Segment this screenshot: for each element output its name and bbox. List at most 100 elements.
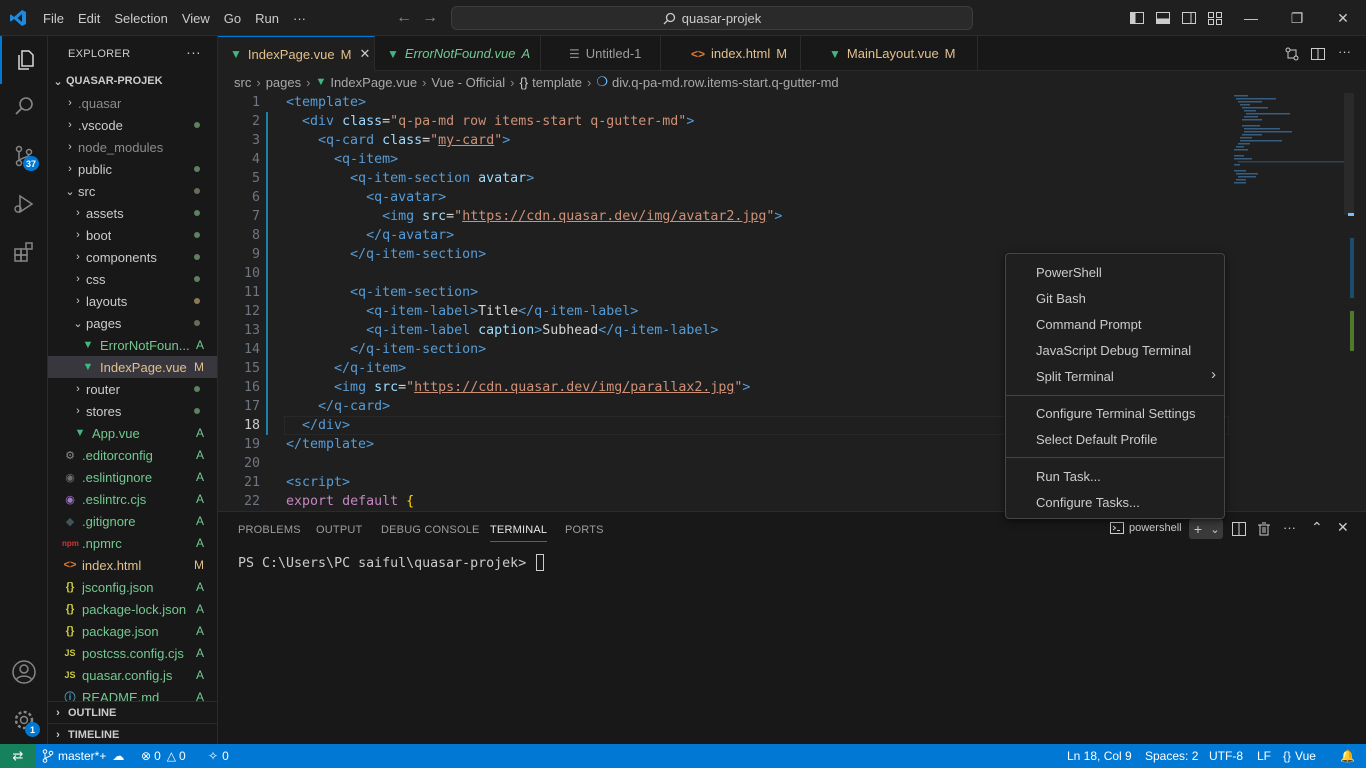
split-editor-icon[interactable] bbox=[1310, 46, 1326, 62]
plus-icon[interactable]: + bbox=[1189, 521, 1207, 537]
open-changes-icon[interactable] bbox=[1284, 46, 1300, 62]
accounts-icon[interactable] bbox=[0, 648, 48, 696]
tab-problems[interactable]: PROBLEMS bbox=[238, 512, 301, 547]
close-tab-icon[interactable]: ✕ bbox=[359, 46, 370, 62]
menu-item-select-default-profile[interactable]: Select Default Profile bbox=[1010, 426, 1220, 452]
breadcrumb-language[interactable]: Vue - Official bbox=[431, 75, 505, 90]
tree-file[interactable]: ◉ .eslintrc.cjs A bbox=[48, 488, 217, 510]
workspace-root[interactable]: ⌄ QUASAR-PROJEK bbox=[48, 70, 217, 92]
panel-more-icon[interactable]: ··· bbox=[1283, 520, 1296, 535]
tree-folder[interactable]: ⌄ pages bbox=[48, 312, 217, 334]
menu-item-git-bash[interactable]: Git Bash bbox=[1010, 285, 1220, 311]
encoding[interactable]: UTF-8 bbox=[1209, 744, 1243, 768]
source-control-icon[interactable]: 37 bbox=[0, 132, 48, 180]
tab-errornotfound[interactable]: ▼ ErrorNotFound.vue A bbox=[375, 36, 541, 71]
tree-file[interactable]: {} jsconfig.json A bbox=[48, 576, 217, 598]
tree-file[interactable]: {} package-lock.json A bbox=[48, 598, 217, 620]
tab-indexhtml[interactable]: <> index.html M bbox=[661, 36, 801, 71]
explorer-icon[interactable] bbox=[0, 36, 48, 84]
tree-file[interactable]: {} package.json A bbox=[48, 620, 217, 642]
menu-item-configure-terminal-settings[interactable]: Configure Terminal Settings bbox=[1010, 400, 1220, 426]
back-arrow-icon[interactable]: ← bbox=[396, 9, 412, 27]
forward-arrow-icon[interactable]: → bbox=[422, 9, 438, 27]
breadcrumb-src[interactable]: src bbox=[234, 75, 251, 90]
tab-indexpage[interactable]: ▼ IndexPage.vue M ✕ bbox=[218, 36, 375, 71]
command-center-search[interactable]: quasar-projek bbox=[451, 6, 973, 30]
menu-view[interactable]: View bbox=[175, 11, 217, 26]
tree-file[interactable]: ▼ App.vue A bbox=[48, 422, 217, 444]
search-view-icon[interactable] bbox=[0, 82, 48, 130]
branch-indicator[interactable]: master*+ ☁ bbox=[42, 744, 124, 768]
tree-file[interactable]: <> index.html M bbox=[48, 554, 217, 576]
tree-file[interactable]: ◆ .gitignore A bbox=[48, 510, 217, 532]
menu-go[interactable]: Go bbox=[217, 11, 248, 26]
tree-file[interactable]: JS postcss.config.cjs A bbox=[48, 642, 217, 664]
menu-item-powershell[interactable]: PowerShell bbox=[1010, 259, 1220, 285]
tab-mainlayout[interactable]: ▼ MainLayout.vue M bbox=[801, 36, 978, 71]
minimize-icon[interactable]: — bbox=[1228, 0, 1274, 36]
language-mode[interactable]: {} Vue bbox=[1283, 744, 1316, 768]
breadcrumb-element[interactable]: div.q-pa-md.row.items-start.q-gutter-md bbox=[612, 75, 839, 90]
tab-untitled[interactable]: ☰ Untitled-1 bbox=[541, 36, 661, 71]
manage-gear-icon[interactable]: 1 bbox=[0, 696, 48, 744]
menu-edit[interactable]: Edit bbox=[71, 11, 107, 26]
tab-debug-console[interactable]: DEBUG CONSOLE bbox=[381, 512, 480, 547]
close-panel-icon[interactable]: ✕ bbox=[1337, 519, 1349, 536]
breadcrumb-pages[interactable]: pages bbox=[266, 75, 301, 90]
tab-terminal[interactable]: TERMINAL bbox=[490, 512, 548, 547]
tab-ports[interactable]: PORTS bbox=[565, 512, 604, 547]
tree-folder[interactable]: › router bbox=[48, 378, 217, 400]
notifications-bell-icon[interactable]: 🔔 bbox=[1340, 744, 1355, 768]
menu-item-run-task[interactable]: Run Task... bbox=[1010, 463, 1220, 489]
menu-item-command-prompt[interactable]: Command Prompt bbox=[1010, 311, 1220, 337]
run-debug-icon[interactable] bbox=[0, 180, 48, 228]
tree-file[interactable]: ▼ IndexPage.vue M bbox=[48, 356, 217, 378]
breadcrumb-template[interactable]: template bbox=[532, 75, 582, 90]
outline-section[interactable]: › OUTLINE bbox=[48, 701, 217, 723]
toggle-panel-icon[interactable] bbox=[1155, 10, 1171, 26]
extensions-icon[interactable] bbox=[0, 228, 48, 276]
explorer-more-icon[interactable]: ··· bbox=[186, 44, 201, 60]
tree-file[interactable]: ⚙ .editorconfig A bbox=[48, 444, 217, 466]
tree-folder[interactable]: › public bbox=[48, 158, 217, 180]
tree-folder[interactable]: › .quasar bbox=[48, 92, 217, 114]
ports-indicator[interactable]: ✧ 0 bbox=[208, 744, 229, 768]
indentation[interactable]: Spaces: 2 bbox=[1145, 744, 1198, 768]
end-of-line[interactable]: LF bbox=[1257, 744, 1271, 768]
menu-file[interactable]: File bbox=[36, 11, 71, 26]
terminal-instance[interactable]: powershell bbox=[1110, 521, 1182, 535]
tab-output[interactable]: OUTPUT bbox=[316, 512, 362, 547]
restore-icon[interactable]: ❐ bbox=[1274, 0, 1320, 36]
menu-more[interactable]: ··· bbox=[286, 11, 313, 26]
tree-folder[interactable]: › stores bbox=[48, 400, 217, 422]
chevron-down-icon[interactable]: ⌄ bbox=[1207, 523, 1223, 536]
maximize-panel-icon[interactable]: ⌃ bbox=[1311, 519, 1323, 536]
tree-folder[interactable]: › .vscode bbox=[48, 114, 217, 136]
tree-file[interactable]: ▼ ErrorNotFoun... A bbox=[48, 334, 217, 356]
breadcrumb-file[interactable]: IndexPage.vue bbox=[330, 75, 417, 90]
toggle-primary-sidebar-icon[interactable] bbox=[1129, 10, 1145, 26]
tree-folder[interactable]: › node_modules bbox=[48, 136, 217, 158]
tree-file[interactable]: npm .npmrc A bbox=[48, 532, 217, 554]
tree-folder[interactable]: › css bbox=[48, 268, 217, 290]
close-window-icon[interactable]: ✕ bbox=[1320, 0, 1366, 36]
menu-item-js-debug-terminal[interactable]: JavaScript Debug Terminal bbox=[1010, 337, 1220, 363]
tree-folder[interactable]: › components bbox=[48, 246, 217, 268]
tree-folder[interactable]: › layouts bbox=[48, 290, 217, 312]
menu-item-configure-tasks[interactable]: Configure Tasks... bbox=[1010, 489, 1220, 515]
customize-layout-icon[interactable] bbox=[1207, 10, 1223, 26]
split-terminal-icon[interactable] bbox=[1232, 522, 1246, 536]
minimap[interactable] bbox=[1230, 93, 1354, 511]
tree-file[interactable]: JS quasar.config.js A bbox=[48, 664, 217, 686]
tree-folder[interactable]: › assets bbox=[48, 202, 217, 224]
terminal-output[interactable]: PS C:\Users\PC saiful\quasar-projek> bbox=[238, 554, 545, 571]
trash-icon[interactable] bbox=[1257, 522, 1271, 536]
timeline-section[interactable]: › TIMELINE bbox=[48, 723, 217, 744]
toggle-secondary-sidebar-icon[interactable] bbox=[1181, 10, 1197, 26]
menu-selection[interactable]: Selection bbox=[107, 11, 174, 26]
cursor-position[interactable]: Ln 18, Col 9 bbox=[1067, 744, 1132, 768]
tree-file[interactable]: ◉ .eslintignore A bbox=[48, 466, 217, 488]
menu-item-split-terminal[interactable]: Split Terminal › bbox=[1010, 363, 1220, 389]
tree-folder[interactable]: › boot bbox=[48, 224, 217, 246]
remote-indicator[interactable]: ⇄ bbox=[0, 744, 36, 768]
